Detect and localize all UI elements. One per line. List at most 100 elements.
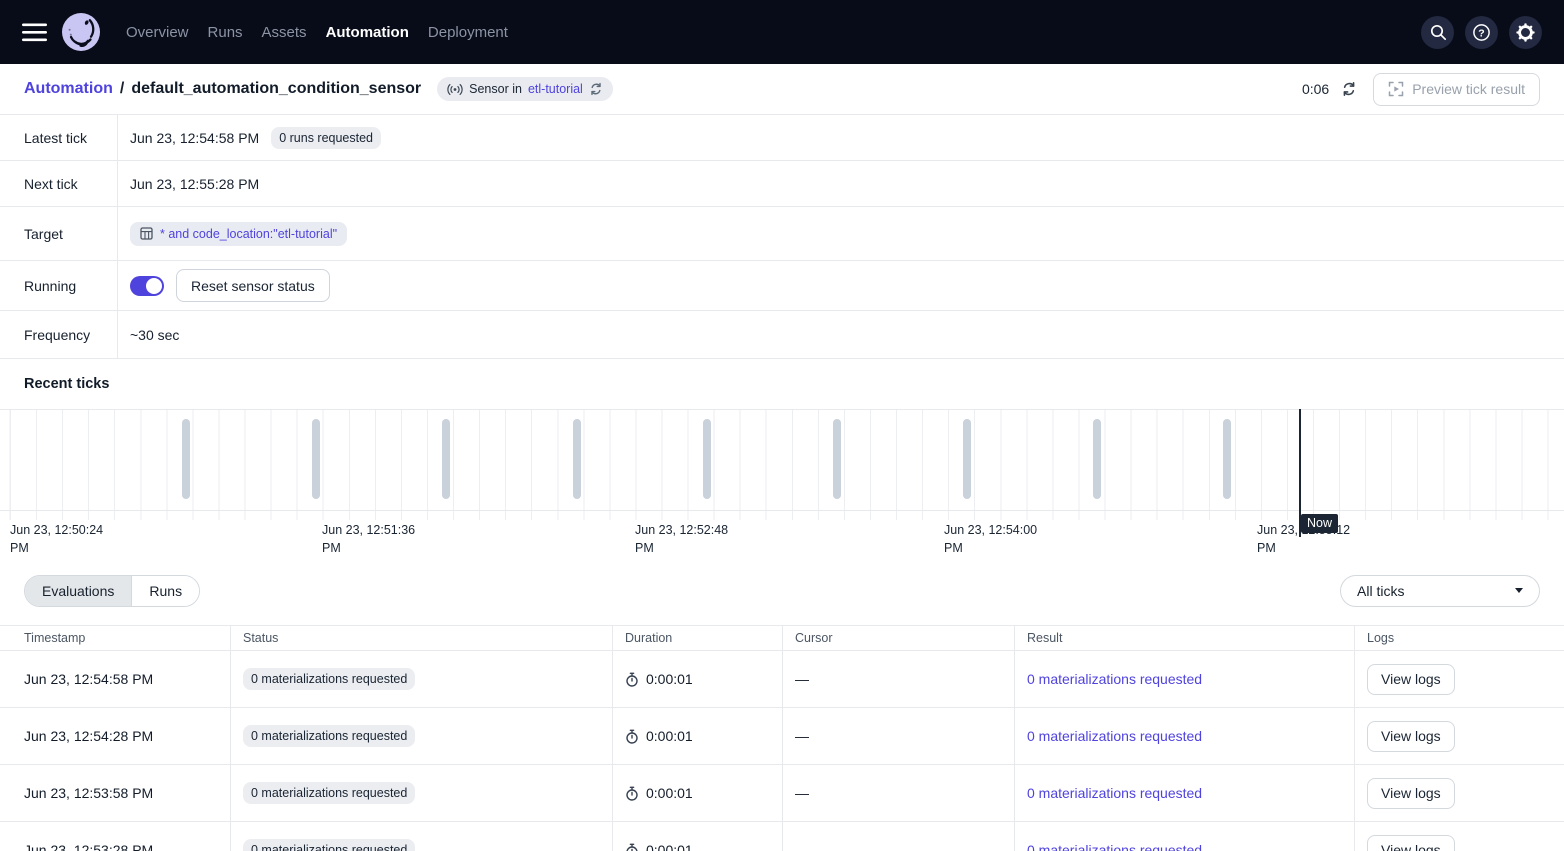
tick-bar[interactable]: [833, 419, 841, 499]
nav-item-runs[interactable]: Runs: [208, 24, 243, 41]
tab-runs[interactable]: Runs: [131, 576, 199, 606]
table-header: Timestamp Status Duration Cursor Result …: [0, 625, 1564, 651]
tick-bar[interactable]: [182, 419, 190, 499]
tick-status-badge: 0 materializations requested: [243, 782, 415, 804]
tick-result-link[interactable]: 0 materializations requested: [1027, 842, 1202, 851]
tick-duration: 0:00:01: [646, 671, 693, 687]
view-logs-button[interactable]: View logs: [1367, 664, 1455, 695]
tick-cursor: —: [782, 822, 1014, 851]
settings-gear-icon: [1516, 23, 1535, 42]
dagster-logo-icon[interactable]: [62, 13, 100, 51]
frequency-row: Frequency ~30 sec: [0, 311, 1564, 359]
view-logs-button[interactable]: View logs: [1367, 835, 1455, 851]
code-location-link[interactable]: etl-tutorial: [528, 82, 583, 96]
help-button[interactable]: ?: [1465, 16, 1498, 49]
tick-bar[interactable]: [312, 419, 320, 499]
table-row: Jun 23, 12:54:58 PM 0 materializations r…: [0, 651, 1564, 708]
page-title: default_automation_condition_sensor: [131, 80, 421, 98]
sensor-signal-icon: [447, 83, 463, 96]
recent-ticks-section: Recent ticks: [0, 359, 1564, 409]
refresh-icon: [1341, 81, 1357, 97]
frequency-label: Frequency: [0, 311, 118, 358]
sensor-details: Latest tick Jun 23, 12:54:58 PM 0 runs r…: [0, 115, 1564, 359]
tab-evaluations[interactable]: Evaluations: [25, 576, 131, 606]
tick-cursor: —: [782, 708, 1014, 764]
breadcrumb-automation-link[interactable]: Automation: [24, 80, 113, 98]
stopwatch-icon: [625, 786, 639, 801]
evaluations-toolbar: Evaluations Runs All ticks: [0, 556, 1564, 625]
table-row: Jun 23, 12:53:58 PM 0 materializations r…: [0, 765, 1564, 822]
evaluations-table: Timestamp Status Duration Cursor Result …: [0, 625, 1564, 851]
page-header: Automation / default_automation_conditio…: [0, 64, 1564, 115]
tick-filter-select[interactable]: All ticks: [1340, 575, 1540, 607]
axis-tick-label: Jun 23, 12:51:36PM: [322, 521, 452, 557]
table-row: Jun 23, 12:53:28 PM 0 materializations r…: [0, 822, 1564, 851]
stopwatch-icon: [625, 843, 639, 851]
tick-timestamp: Jun 23, 12:53:58 PM: [0, 765, 230, 821]
view-logs-button[interactable]: View logs: [1367, 778, 1455, 809]
tick-result-link[interactable]: 0 materializations requested: [1027, 728, 1202, 744]
reset-sensor-status-button[interactable]: Reset sensor status: [176, 269, 330, 302]
view-logs-button[interactable]: View logs: [1367, 721, 1455, 752]
preview-button-label: Preview tick result: [1412, 81, 1525, 97]
nav-item-overview[interactable]: Overview: [126, 24, 189, 41]
chevron-down-icon: [1515, 588, 1523, 593]
refresh-button[interactable]: [1341, 81, 1357, 97]
col-status: Status: [230, 626, 612, 650]
tick-status-badge: 0 materializations requested: [243, 725, 415, 747]
tick-status-badge: 0 materializations requested: [243, 839, 415, 851]
help-icon: ?: [1472, 23, 1491, 42]
nav-item-automation[interactable]: Automation: [326, 24, 409, 41]
tick-bar[interactable]: [703, 419, 711, 499]
nav-item-assets[interactable]: Assets: [262, 24, 307, 41]
recent-ticks-chart: [0, 409, 1564, 511]
col-timestamp: Timestamp: [0, 626, 230, 650]
target-selection-chip[interactable]: * and code_location:"etl-tutorial": [130, 222, 347, 246]
svg-text:?: ?: [1478, 27, 1484, 39]
tick-duration: 0:00:01: [646, 785, 693, 801]
stopwatch-icon: [625, 672, 639, 687]
axis-tick-label: Jun 23, 12:54:00PM: [944, 521, 1074, 557]
axis-tick-label: Jun 23, 12:50:24PM: [10, 521, 140, 557]
search-button[interactable]: [1421, 16, 1454, 49]
col-duration: Duration: [612, 626, 782, 650]
running-toggle[interactable]: [130, 276, 164, 296]
tick-cursor: —: [782, 651, 1014, 707]
target-row: Target * and code_location:"etl-tutorial…: [0, 207, 1564, 261]
settings-button[interactable]: [1509, 16, 1542, 49]
preview-tick-result-button[interactable]: Preview tick result: [1373, 73, 1540, 106]
tick-bar[interactable]: [573, 419, 581, 499]
nav-item-deployment[interactable]: Deployment: [428, 24, 508, 41]
running-label: Running: [0, 261, 118, 310]
reload-location-icon[interactable]: [589, 82, 603, 96]
nav-actions: ?: [1421, 16, 1542, 49]
sensor-location-badge: Sensor in etl-tutorial: [437, 77, 613, 101]
breadcrumb-separator: /: [120, 80, 124, 98]
toggle-knob: [146, 278, 162, 294]
tick-bar[interactable]: [1223, 419, 1231, 499]
tick-bar[interactable]: [963, 419, 971, 499]
top-nav: Overview Runs Assets Automation Deployme…: [0, 0, 1564, 64]
asset-table-icon: [140, 227, 153, 240]
search-icon: [1429, 23, 1447, 41]
menu-icon[interactable]: [22, 23, 48, 42]
col-result: Result: [1014, 626, 1354, 650]
col-cursor: Cursor: [782, 626, 1014, 650]
tick-duration: 0:00:01: [646, 728, 693, 744]
runs-requested-badge: 0 runs requested: [271, 127, 381, 149]
target-chip-text: * and code_location:"etl-tutorial": [160, 227, 337, 241]
tick-filter-value: All ticks: [1357, 583, 1404, 599]
frequency-value: ~30 sec: [130, 327, 179, 343]
tick-timestamp: Jun 23, 12:54:28 PM: [0, 708, 230, 764]
tick-result-link[interactable]: 0 materializations requested: [1027, 785, 1202, 801]
view-segmented-control: Evaluations Runs: [24, 575, 200, 607]
recent-ticks-heading: Recent ticks: [24, 376, 109, 392]
next-tick-value: Jun 23, 12:55:28 PM: [130, 176, 259, 192]
target-label: Target: [0, 207, 118, 260]
now-badge: Now: [1301, 514, 1338, 533]
tick-bar[interactable]: [442, 419, 450, 499]
recent-ticks-timeline: Jun 23, 12:50:24PM Jun 23, 12:51:36PM Jun …: [0, 409, 1564, 556]
axis-tick-label: Jun 23, 12:52:48PM: [635, 521, 765, 557]
tick-bar[interactable]: [1093, 419, 1101, 499]
tick-result-link[interactable]: 0 materializations requested: [1027, 671, 1202, 687]
